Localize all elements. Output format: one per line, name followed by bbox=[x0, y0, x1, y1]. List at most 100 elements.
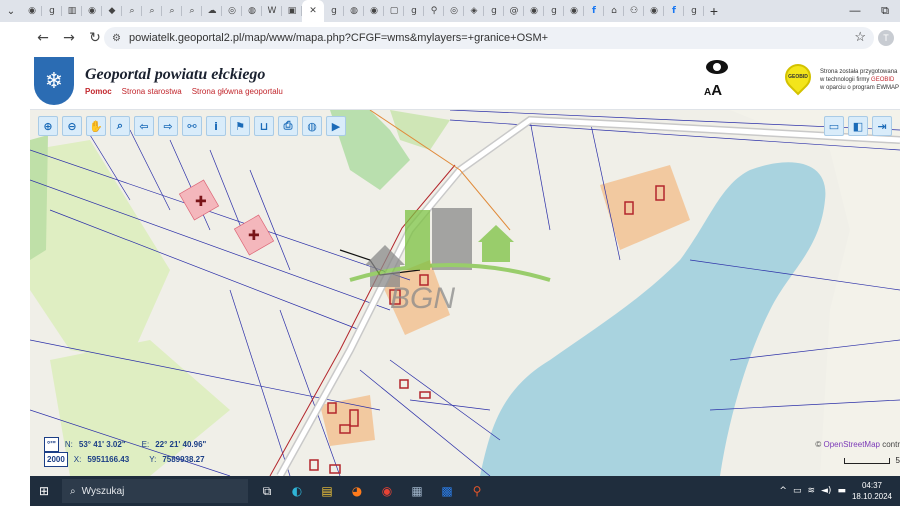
pdf-icon[interactable]: ▥ bbox=[62, 0, 82, 22]
search-icon[interactable]: ⌕ bbox=[182, 0, 202, 22]
target-icon[interactable]: ◎ bbox=[444, 0, 464, 22]
url-field[interactable]: ⚙ powiatelk.geoportal2.pl/map/www/mapa.p… bbox=[104, 27, 874, 49]
back-icon[interactable]: ← bbox=[30, 25, 56, 51]
dropbox-icon[interactable]: ◆ bbox=[102, 0, 122, 22]
forward-arrow-icon[interactable]: ⇨ bbox=[158, 116, 178, 136]
task-view-icon[interactable]: ⧉ bbox=[252, 476, 282, 506]
font-size-toggle[interactable]: AA bbox=[704, 82, 722, 99]
taskbar-search[interactable]: ⌕ Wyszukaj bbox=[62, 479, 248, 503]
panel-icon[interactable]: ▭ bbox=[824, 116, 844, 136]
print-icon[interactable]: ⎙ bbox=[278, 116, 298, 136]
windows-start-icon[interactable]: ⊞ bbox=[30, 476, 58, 506]
search-icon[interactable]: ⌕ bbox=[162, 0, 182, 22]
browser-tab-strip: ⌄ ◉ g ▥ ◉ ◆ ⌕ ⌕ ⌕ ⌕ ☁ ◎ ◍ W ▣ ✕ g ◍ ◉ ▢ g ⚲ ◎ ◈ g @ ◉ g ◉ f ⌂ ⚇ ◉ f g + —… bbox=[0, 0, 900, 22]
search-icon[interactable]: ⌕ bbox=[122, 0, 142, 22]
window-controls: — ⧉ bbox=[840, 0, 900, 22]
g-icon[interactable]: g bbox=[544, 0, 564, 22]
geobid-link[interactable]: GEOBID bbox=[871, 77, 894, 83]
chrome-icon[interactable]: ◉ bbox=[82, 0, 102, 22]
maps-icon[interactable]: ⚲ bbox=[462, 476, 492, 506]
coordinates-panel: °'" N: 53° 41' 3.02" E: 22° 21' 40.96" 2… bbox=[44, 437, 206, 467]
globe-icon[interactable]: ◍ bbox=[242, 0, 262, 22]
g-icon[interactable]: g bbox=[484, 0, 504, 22]
link-icon[interactable]: ⚯ bbox=[182, 116, 202, 136]
county-office-link[interactable]: Strona starostwa bbox=[122, 87, 182, 96]
contrast-eye-icon[interactable] bbox=[706, 60, 728, 74]
minimize-button[interactable]: — bbox=[840, 0, 870, 22]
calculator-icon[interactable]: ▦ bbox=[402, 476, 432, 506]
battery-icon[interactable]: ▭ bbox=[793, 486, 802, 496]
cloud-icon[interactable]: ☁ bbox=[202, 0, 222, 22]
volume-icon[interactable]: ◄) bbox=[821, 486, 831, 496]
page-title: Geoportal powiatu ełckiego bbox=[85, 66, 266, 83]
w-icon[interactable]: W bbox=[262, 0, 282, 22]
box-icon[interactable]: ▢ bbox=[384, 0, 404, 22]
site-settings-icon[interactable]: ⚙ bbox=[112, 33, 121, 44]
info-icon[interactable]: i bbox=[206, 116, 226, 136]
coord-system-toggle[interactable]: °'" bbox=[44, 437, 59, 452]
shield-icon[interactable]: ◈ bbox=[464, 0, 484, 22]
zoom-in-icon[interactable]: ⊕ bbox=[38, 116, 58, 136]
address-bar-row: ← → ↻ ⚙ powiatelk.geoportal2.pl/map/www/… bbox=[0, 22, 900, 54]
chevron-up-icon[interactable]: ^ bbox=[779, 486, 787, 496]
layers-icon[interactable]: ◧ bbox=[848, 116, 868, 136]
coord-system-2000[interactable]: 2000 bbox=[44, 452, 68, 467]
geoportal-home-link[interactable]: Strona główna geoportalu bbox=[192, 87, 283, 96]
geoportal-header: ❄ Geoportal powiatu ełckiego Pomoc Stron… bbox=[30, 54, 900, 110]
edge-icon[interactable]: ◐ bbox=[282, 476, 312, 506]
bookmark-star-icon[interactable]: ☆ bbox=[854, 29, 866, 45]
map-canvas[interactable]: ✚ ✚ BGN bbox=[30, 110, 900, 476]
identify-icon[interactable]: ⚑ bbox=[230, 116, 250, 136]
zoom-out-icon[interactable]: ⊖ bbox=[62, 116, 82, 136]
calendar-icon[interactable]: ▩ bbox=[432, 476, 462, 506]
tab-list: ◉ g ▥ ◉ ◆ ⌕ ⌕ ⌕ ⌕ ☁ ◎ ◍ W ▣ ✕ g ◍ ◉ ▢ g ⚲ ◎ ◈ g @ ◉ g ◉ f ⌂ ⚇ ◉ f g bbox=[22, 0, 704, 22]
pin-icon[interactable]: ⚲ bbox=[424, 0, 444, 22]
county-crest-icon: ❄ bbox=[34, 57, 74, 105]
power-icon[interactable]: ▬ bbox=[837, 486, 846, 496]
clock[interactable]: 04:37 18.10.2024 bbox=[852, 480, 892, 502]
map-viewport[interactable]: ✚ ✚ BGN ⊕ ⊖ ✋ ⌕ ⇦ ⇨ ⚯ i ⚑ ⊔ ⎙ ◍ ▶ ▭ ◧ ⇥ … bbox=[30, 110, 900, 476]
chrome-icon[interactable]: ◉ bbox=[22, 0, 42, 22]
g-icon[interactable]: g bbox=[324, 0, 344, 22]
taskbar-apps: ⧉ ◐ ▤ ◕ ◉ ▦ ▩ ⚲ bbox=[252, 476, 492, 506]
cross-marker-icon: ✚ bbox=[248, 228, 260, 244]
pan-hand-icon[interactable]: ✋ bbox=[86, 116, 106, 136]
people-icon[interactable]: ⚇ bbox=[624, 0, 644, 22]
new-tab-button[interactable]: + bbox=[704, 3, 724, 19]
tab-search-dropdown-icon[interactable]: ⌄ bbox=[0, 0, 22, 22]
firefox-icon[interactable]: ◕ bbox=[342, 476, 372, 506]
g-icon[interactable]: g bbox=[42, 0, 62, 22]
facebook-icon[interactable]: f bbox=[664, 0, 684, 22]
chrome-icon[interactable]: ◉ bbox=[364, 0, 384, 22]
file-explorer-icon[interactable]: ▤ bbox=[312, 476, 342, 506]
map-toolbar-right: ▭ ◧ ⇥ bbox=[824, 116, 892, 136]
target-icon[interactable]: ◎ bbox=[222, 0, 242, 22]
chrome-icon[interactable]: ◉ bbox=[524, 0, 544, 22]
search-icon[interactable]: ⌕ bbox=[142, 0, 162, 22]
globe-icon[interactable]: ◍ bbox=[344, 0, 364, 22]
back-arrow-icon[interactable]: ⇦ bbox=[134, 116, 154, 136]
help-link[interactable]: Pomoc bbox=[85, 87, 112, 96]
restore-button[interactable]: ⧉ bbox=[870, 0, 900, 22]
chrome-icon[interactable]: ◉ bbox=[564, 0, 584, 22]
wifi-icon[interactable]: ≋ bbox=[807, 486, 815, 496]
g-icon[interactable]: g bbox=[684, 0, 704, 22]
map-attribution: © OpenStreetMap contr bbox=[815, 440, 900, 449]
g-icon[interactable]: g bbox=[404, 0, 424, 22]
openstreetmap-link[interactable]: OpenStreetMap bbox=[824, 440, 880, 449]
profile-avatar[interactable]: T bbox=[878, 30, 894, 46]
home-icon[interactable]: ⌂ bbox=[604, 0, 624, 22]
chrome-icon[interactable]: ◉ bbox=[372, 476, 402, 506]
close-icon[interactable]: ✕ bbox=[302, 0, 324, 22]
exit-icon[interactable]: ⇥ bbox=[872, 116, 892, 136]
map-icon[interactable]: ▣ bbox=[282, 0, 302, 22]
facebook-icon[interactable]: f bbox=[584, 0, 604, 22]
measure-icon[interactable]: ⊔ bbox=[254, 116, 274, 136]
zoom-extent-icon[interactable]: ⌕ bbox=[110, 116, 130, 136]
globe-icon[interactable]: ◍ bbox=[302, 116, 322, 136]
chrome-icon[interactable]: ◉ bbox=[644, 0, 664, 22]
camera-icon[interactable]: ▶ bbox=[326, 116, 346, 136]
forward-icon[interactable]: → bbox=[56, 25, 82, 51]
geobid-logo[interactable]: GEOBID bbox=[779, 58, 817, 96]
spiral-icon[interactable]: @ bbox=[504, 0, 524, 22]
